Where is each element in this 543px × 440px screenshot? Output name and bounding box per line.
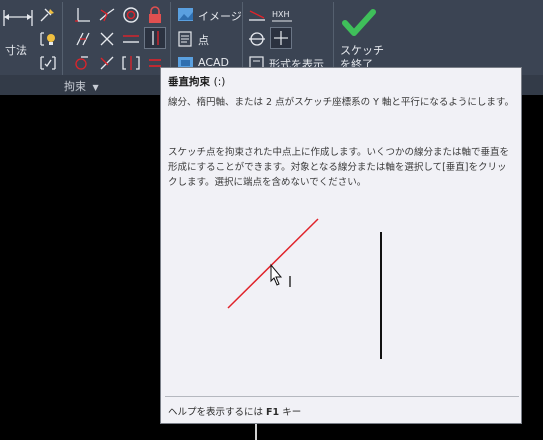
- constraint-panel-label: 拘束: [64, 80, 86, 93]
- constraint-panel-title[interactable]: 拘束 ▼: [64, 78, 99, 94]
- help-prefix: ヘルプを表示するには: [168, 407, 264, 418]
- fix-icon[interactable]: [39, 6, 57, 24]
- mouse-cursor-icon: [270, 263, 283, 286]
- construction-icon[interactable]: [248, 6, 266, 24]
- smooth-icon[interactable]: [74, 54, 92, 72]
- lock-icon[interactable]: [146, 6, 164, 24]
- tangent-icon[interactable]: [98, 30, 116, 48]
- crosshair-icon: [274, 31, 288, 45]
- horizontal-icon[interactable]: [122, 30, 140, 48]
- tooltip-separator: [165, 396, 519, 397]
- dimension-button[interactable]: 寸法: [0, 4, 36, 57]
- selected-line: [227, 218, 319, 309]
- svg-text:HXH: HXH: [272, 10, 290, 19]
- symmetric-icon[interactable]: [39, 54, 57, 72]
- point-label[interactable]: 点: [198, 32, 209, 48]
- center-point-button[interactable]: [270, 27, 292, 49]
- dimension-icon: [3, 10, 33, 26]
- image-icon[interactable]: [177, 6, 195, 24]
- dimension-label: 寸法: [5, 44, 27, 57]
- finish-sketch-button[interactable]: スケッチ を終了: [336, 2, 384, 72]
- tooltip-help-hint: ヘルプを表示するには F1 キー: [168, 404, 301, 418]
- image-label[interactable]: イメージ: [198, 8, 242, 24]
- parallel-icon[interactable]: [74, 30, 92, 48]
- trim-icon[interactable]: [98, 54, 116, 72]
- help-suffix: キー: [282, 407, 302, 418]
- perpendicular-icon[interactable]: [74, 6, 92, 24]
- tooltip-shortcut: (:): [213, 76, 226, 88]
- canvas-axis-line: [255, 424, 257, 440]
- tooltip-title-text: 垂直拘束: [168, 76, 210, 88]
- concentric-lightbulb-icon[interactable]: [39, 30, 57, 48]
- point-icon[interactable]: [177, 30, 195, 48]
- vertical-icon: [152, 31, 159, 45]
- concentric-icon[interactable]: [122, 6, 140, 24]
- check-icon: [342, 9, 376, 36]
- tooltip: 垂直拘束 (:) 線分、楕円軸、または 2 点がスケッチ座標系の Y 軸と平行に…: [160, 67, 522, 424]
- collinear-icon[interactable]: [98, 6, 116, 24]
- help-key: F1: [266, 407, 280, 418]
- vertical-button[interactable]: [144, 27, 166, 49]
- chevron-down-icon: ▼: [92, 83, 99, 92]
- dimension-display-icon[interactable]: HXH: [271, 7, 293, 23]
- tooltip-title: 垂直拘束 (:): [168, 74, 225, 89]
- symmetric-lines-icon[interactable]: [122, 54, 140, 72]
- centerline-icon[interactable]: [248, 30, 266, 48]
- vertical-constraint-illustration: [227, 218, 382, 359]
- tooltip-description: 線分、楕円軸、または 2 点がスケッチ座標系の Y 軸と平行になるようにします。: [168, 97, 514, 108]
- tooltip-detail: スケッチ点を拘束された中点上に作成します。いくつかの線分または軸で垂直を形成にす…: [168, 147, 510, 188]
